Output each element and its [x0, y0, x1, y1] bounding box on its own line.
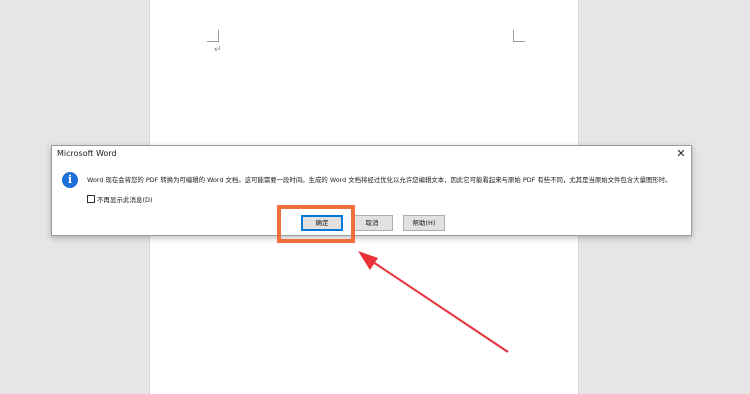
pointer-arrow-icon: [358, 251, 509, 353]
